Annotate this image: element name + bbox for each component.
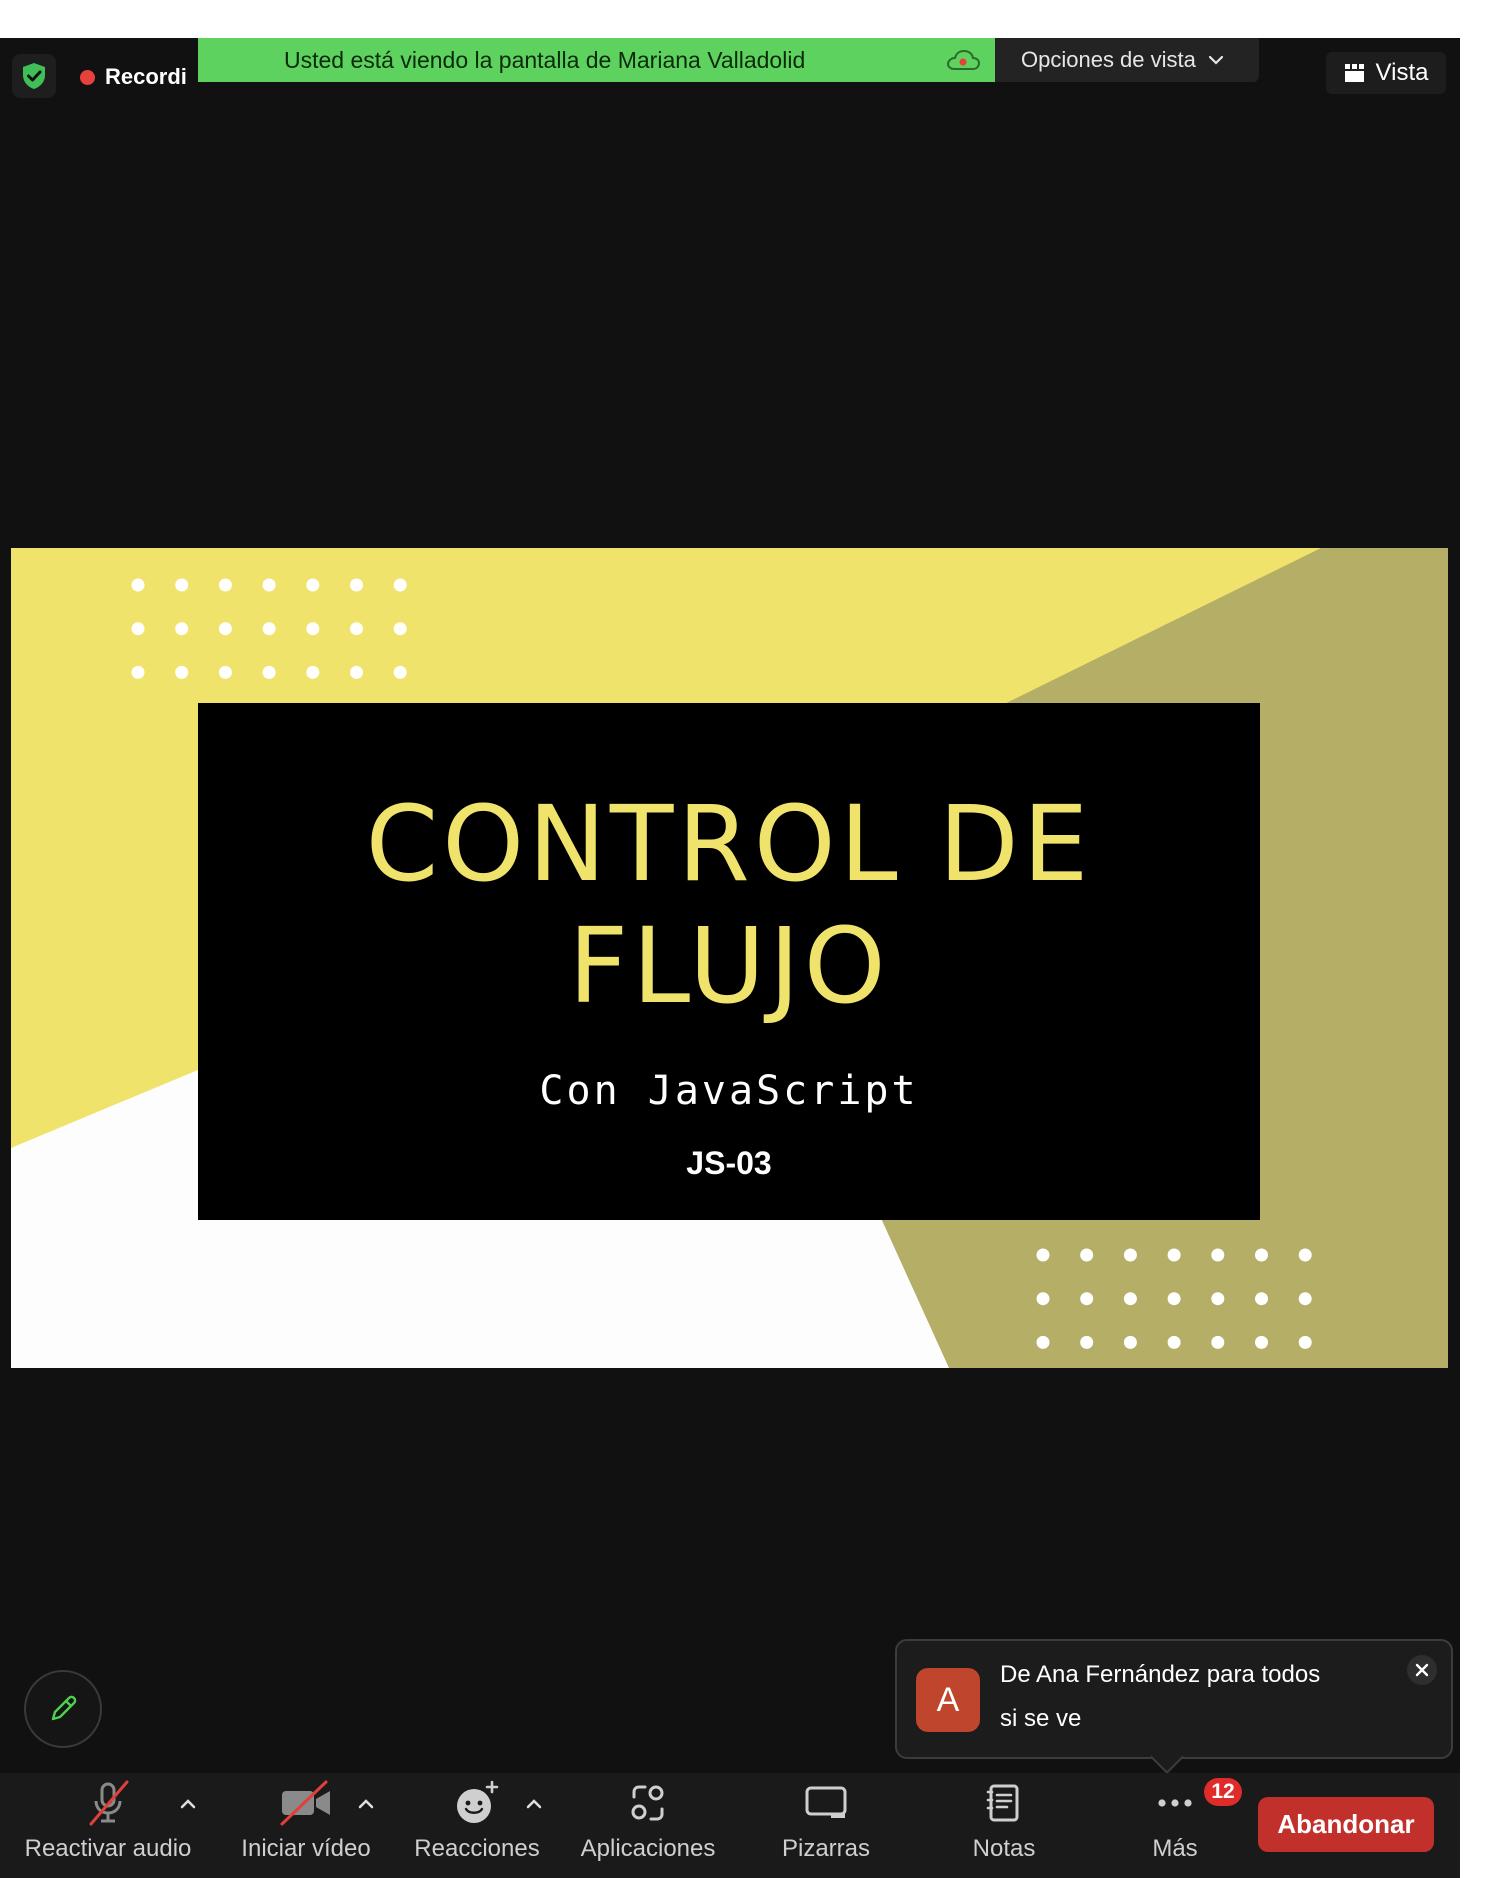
slide-dot [218, 622, 232, 636]
video-options-chevron-icon[interactable] [356, 1797, 376, 1811]
slide-dot [306, 578, 320, 592]
reactions-label: Reacciones [414, 1835, 540, 1862]
slide-title: CONTROL DE FLUJO [198, 783, 1260, 1027]
slide-dot [1211, 1292, 1225, 1306]
start-video-label: Iniciar vídeo [241, 1835, 371, 1862]
slide-dot [1123, 1248, 1137, 1262]
view-label: Vista [1375, 59, 1429, 86]
notes-icon [986, 1784, 1019, 1822]
slide-dot [262, 578, 276, 592]
slide-dot [393, 622, 407, 636]
chat-message: si se ve [1000, 1705, 1082, 1732]
video-camera-off-icon [280, 1780, 330, 1826]
slide-dot [1298, 1248, 1312, 1262]
slide-dot [393, 578, 407, 592]
slide-dot [175, 578, 189, 592]
slide-dot [306, 622, 320, 636]
slide-dot [1123, 1335, 1137, 1349]
pencil-icon [51, 1695, 77, 1721]
slide-title-line-2: FLUJO [568, 905, 890, 1027]
annotate-button[interactable] [24, 1670, 102, 1748]
whiteboard-icon [805, 1786, 847, 1818]
notes-label: Notas [972, 1835, 1036, 1862]
close-icon [1415, 1663, 1429, 1677]
slide-dot [175, 665, 189, 679]
start-video-button[interactable]: Iniciar vídeo [226, 1773, 386, 1878]
slide-dot [262, 665, 276, 679]
slide-code: JS-03 [686, 1145, 772, 1181]
slide-title-box: CONTROL DE FLUJO Con JavaScript JS-03 [198, 703, 1260, 1220]
chevron-down-icon [1208, 55, 1223, 65]
reactions-options-chevron-icon[interactable] [524, 1797, 544, 1811]
slide-dot [131, 578, 145, 592]
slide-dot [1080, 1335, 1094, 1349]
slide-dot [1080, 1292, 1094, 1306]
chat-notification[interactable]: A De Ana Fernández para todos si se ve [895, 1639, 1453, 1774]
more-label: Más [1152, 1835, 1198, 1862]
slide-dot [218, 665, 232, 679]
chat-sender: De Ana Fernández para todos [1000, 1661, 1321, 1688]
slide-dot [1211, 1335, 1225, 1349]
recording-indicator[interactable]: Recordi [80, 62, 187, 92]
audio-options-chevron-icon[interactable] [178, 1797, 198, 1811]
slide-dot [1036, 1335, 1050, 1349]
reactions-button[interactable]: Reacciones [400, 1773, 554, 1878]
shared-screen-slide: CONTROL DE FLUJO Con JavaScript JS-03 [11, 548, 1448, 1368]
slide-dot [1298, 1335, 1312, 1349]
slide-dot [131, 665, 145, 679]
slide-dot [1255, 1292, 1268, 1306]
view-options-dropdown[interactable]: Opciones de vista [995, 38, 1259, 82]
slide-dot [218, 578, 232, 592]
avatar: A [916, 1668, 980, 1732]
reactions-emoji-icon [457, 1780, 499, 1823]
slide-dot [1167, 1335, 1181, 1349]
slide-dot [1036, 1292, 1050, 1306]
cloud-recording-icon [946, 49, 981, 70]
slide-dot [1080, 1248, 1094, 1262]
screen-share-banner-text: Usted está viendo la pantalla de Mariana… [284, 46, 806, 73]
meeting-window: Recordi Usted está viendo la pantalla de… [0, 38, 1460, 1878]
apps-label: Aplicaciones [580, 1835, 716, 1862]
slide-dot [350, 622, 363, 636]
apps-icon [631, 1785, 664, 1821]
slide-subtitle: Con JavaScript [539, 1068, 919, 1114]
recording-label: Recordi [105, 64, 187, 89]
more-ellipsis-icon [1158, 1799, 1192, 1807]
security-shield-icon[interactable] [12, 54, 56, 98]
whiteboards-button[interactable]: Pizarras [756, 1773, 896, 1878]
slide-dot [1255, 1335, 1268, 1349]
view-button[interactable]: Vista [1326, 52, 1446, 94]
view-options-label: Opciones de vista [1021, 47, 1196, 72]
meeting-toolbar: Reactivar audio Iniciar vídeo Reacciones… [0, 1773, 1460, 1878]
slide-dot [1298, 1292, 1312, 1306]
leave-meeting-button[interactable]: Abandonar [1258, 1797, 1434, 1852]
slide-dot [131, 622, 145, 636]
close-notification-button[interactable] [1407, 1655, 1437, 1685]
microphone-muted-icon [89, 1780, 129, 1826]
notification-count-badge: 12 [1204, 1778, 1242, 1806]
slide-dot [262, 622, 276, 636]
notification-pointer [1150, 1740, 1184, 1774]
slide-title-line-1: CONTROL DE [365, 783, 1093, 905]
slide-dot [1036, 1248, 1050, 1262]
slide-dot [175, 622, 189, 636]
slide-dot [1167, 1292, 1181, 1306]
slide-dot [1211, 1248, 1225, 1262]
slide-dot [306, 665, 320, 679]
gallery-view-icon [1344, 64, 1364, 82]
slide-dot [393, 665, 407, 679]
slide-dot [1255, 1248, 1268, 1262]
slide-dot [1167, 1248, 1181, 1262]
slide-dot [350, 665, 363, 679]
notes-button[interactable]: Notas [944, 1773, 1064, 1878]
slide-dot [1123, 1292, 1137, 1306]
whiteboards-label: Pizarras [781, 1835, 871, 1862]
apps-button[interactable]: Aplicaciones [572, 1773, 724, 1878]
screen-share-banner: Usted está viendo la pantalla de Mariana… [198, 38, 995, 82]
unmute-button[interactable]: Reactivar audio [18, 1773, 198, 1878]
slide-dot [350, 578, 363, 592]
unmute-label: Reactivar audio [24, 1835, 192, 1862]
recording-dot-icon [80, 69, 95, 85]
